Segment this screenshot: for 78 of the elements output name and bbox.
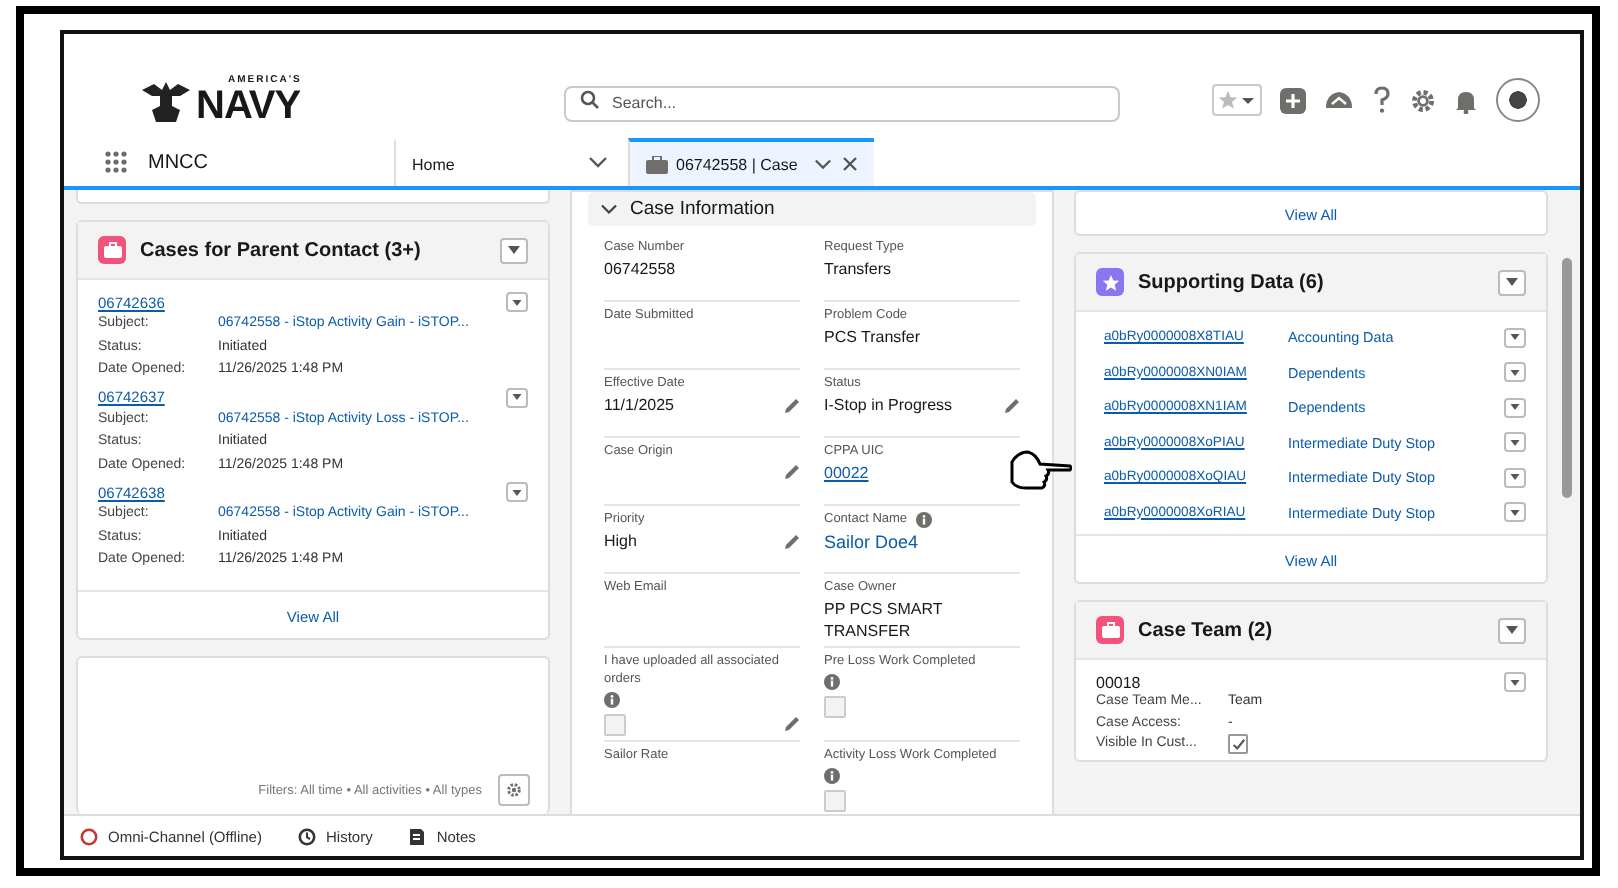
caret-icon [512,394,522,400]
section-header[interactable]: Case Information [588,192,1036,226]
caret-icon [1510,404,1520,411]
dropdown-button[interactable] [1498,269,1526,295]
avatar-icon[interactable] [1496,78,1540,122]
caret-icon [512,489,522,495]
caret-icon [1510,679,1520,685]
search-field[interactable]: Search... [564,85,1120,121]
pencil-icon[interactable] [784,533,800,549]
field-link[interactable]: Sailor Doe4 [824,532,919,553]
dropdown-button[interactable] [1504,362,1526,383]
field-link[interactable]: 00022 [824,464,869,485]
plus-icon[interactable] [1280,87,1306,113]
dropdown-button[interactable] [506,387,528,407]
dropdown-button[interactable] [1498,617,1526,643]
field-value: Transfers [824,260,891,281]
logo-wordmark: NAVY [196,85,302,125]
caret-icon [1506,278,1518,286]
checkbox[interactable] [824,696,846,718]
pencil-icon[interactable] [784,716,800,732]
dropdown-button[interactable] [500,237,528,263]
chevron-down-icon [600,202,618,216]
checkbox[interactable] [604,714,626,736]
eagle-emblem-icon [140,77,192,125]
pencil-icon[interactable] [784,464,800,480]
dropdown-button[interactable] [1504,672,1526,692]
bell-icon[interactable] [1454,87,1478,113]
field-value: 11/1/2025 [604,396,674,417]
dropdown-button[interactable] [1504,502,1526,523]
chevron-down-icon[interactable] [813,156,832,172]
scrollbar-thumb[interactable] [1562,258,1572,498]
caret-icon [1510,439,1520,446]
note-icon [408,827,427,845]
close-icon[interactable] [841,156,858,172]
dropdown-button[interactable] [1504,432,1526,453]
caret-icon [508,246,520,254]
caret-icon [1510,334,1520,341]
card-title: Supporting Data (6) [1138,271,1326,293]
gear-icon [506,782,522,798]
field-value: High [604,532,637,553]
status-circle-icon [80,827,98,845]
team-member-number: 00018 [1096,673,1141,691]
card-title: Cases for Parent Contact (3+) [140,239,423,261]
caret-icon [1510,369,1520,376]
field-value: PCS Transfer [824,328,921,349]
chevron-down-icon[interactable] [588,154,608,170]
star-icon [1218,90,1238,110]
caret-icon [512,299,522,305]
clock-icon [297,827,316,845]
pencil-icon[interactable] [1004,397,1020,413]
card-title: Case Team (2) [1138,619,1275,641]
field-value: I-Stop in Progress [824,396,953,417]
star-icon [1096,268,1124,296]
caret-icon [1506,626,1518,634]
cloud-icon[interactable] [1324,88,1354,112]
dropdown-button[interactable] [1504,467,1526,488]
briefcase-icon [1096,616,1124,644]
dropdown-button[interactable] [1504,327,1526,348]
dropdown-button[interactable] [1504,397,1526,418]
settings-button[interactable] [498,774,530,806]
search-icon [580,90,600,110]
nav-tab[interactable]: 06742558 | Case [628,138,814,186]
pencil-icon[interactable] [784,397,800,413]
checkbox[interactable] [1228,734,1248,755]
dropdown-button[interactable] [506,292,528,312]
caret-icon [1510,474,1520,481]
field-value: 06742558 [604,260,676,281]
nav-tab[interactable]: Home [394,138,568,186]
app-name: MNCC [148,151,208,173]
briefcase-icon [98,236,126,264]
app-launcher-icon[interactable] [104,150,128,174]
field-value: PP PCS SMART TRANSFER [824,600,945,642]
briefcase-icon [646,155,668,173]
dropdown-button[interactable] [506,482,528,502]
caret-icon [1510,509,1520,516]
checkbox[interactable] [824,790,846,812]
help-icon[interactable] [1372,86,1392,114]
settings-icon[interactable] [1410,87,1436,113]
